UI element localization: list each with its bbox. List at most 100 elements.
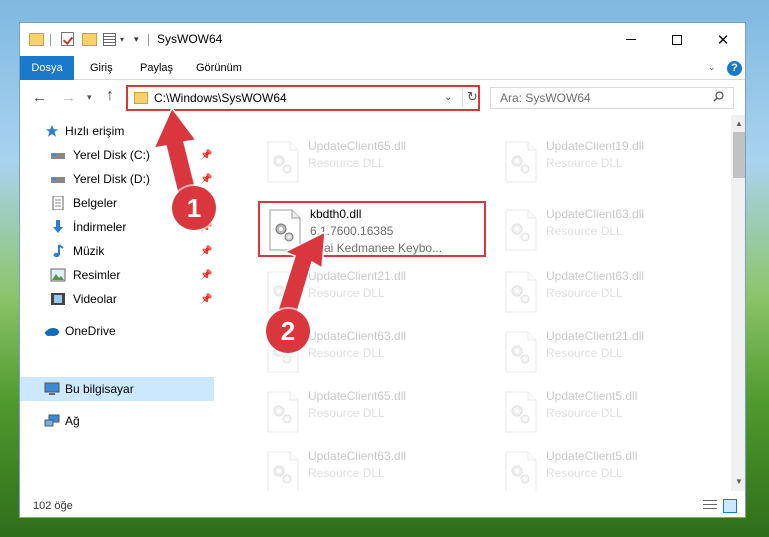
file-detail: Resource DLL [308, 286, 385, 300]
new-folder-icon[interactable] [82, 33, 97, 46]
file-detail: Resource DLL [546, 406, 623, 420]
videos-icon [51, 293, 65, 305]
details-view-icon[interactable] [703, 500, 717, 512]
forward-arrow-icon[interactable]: → [61, 89, 76, 106]
file-detail: Resource DLL [546, 286, 623, 300]
maximize-button[interactable] [654, 23, 700, 56]
folder-icon[interactable] [29, 33, 44, 46]
tiles-view-icon[interactable] [723, 499, 737, 513]
scroll-down-icon[interactable]: ▼ [735, 477, 743, 486]
file-item-selected[interactable]: kbdth0.dll 6.1.7600.16385 Thai Kedmanee Ke… [258, 201, 486, 257]
divider [148, 34, 149, 46]
search-icon[interactable] [713, 91, 724, 102]
search-placeholder: Ara: SysWOW64 [500, 91, 591, 105]
minimize-button[interactable] [608, 23, 654, 56]
file-name: UpdateClient5.dll [546, 449, 638, 463]
close-button[interactable]: ✕ [700, 23, 745, 56]
step-badge-1: 1 [172, 186, 216, 230]
file-detail: Resource DLL [308, 466, 385, 480]
pin-icon[interactable]: 📌 [200, 270, 212, 281]
sidebar-item-label: Hızlı erişim [65, 124, 125, 138]
file-name: UpdateClient65.dll [308, 139, 407, 153]
chevron-down-icon[interactable]: ▾ [120, 35, 128, 44]
tab-view[interactable]: Görünüm [188, 56, 250, 80]
customize-toolbar-icon[interactable]: ▾ [134, 34, 139, 50]
dll-file-icon [504, 451, 538, 491]
address-path[interactable]: C:\Windows\SysWOW64 [154, 91, 287, 105]
ribbon-tabs: Dosya Giriş Paylaş Görünüm ⌄ ? [20, 56, 745, 80]
status-bar: 102 öğe [20, 493, 745, 517]
refresh-icon[interactable]: ↻ [462, 89, 478, 107]
file-item[interactable]: UpdateClient21.dll Resource DLL [496, 325, 724, 381]
sidebar-item-music[interactable]: Müzik 📌 [20, 239, 214, 263]
divider [50, 34, 51, 46]
sidebar-item-label: Resimler [73, 268, 121, 282]
file-name: UpdateClient19.dll [546, 139, 645, 153]
file-item[interactable]: UpdateClient5.dll Resource DLL [496, 445, 724, 491]
file-name: UpdateClient63.dll [308, 449, 407, 463]
file-detail: Resource DLL [546, 466, 623, 480]
title-bar: ▾ ▾ SysWOW64 ✕ [20, 23, 745, 56]
search-input[interactable]: Ara: SysWOW64 [490, 87, 734, 109]
sidebar-item-network[interactable]: Ağ [20, 409, 214, 433]
pin-icon[interactable]: 📌 [200, 246, 212, 257]
sidebar-item-pictures[interactable]: Resimler 📌 [20, 263, 214, 287]
file-item[interactable]: UpdateClient19.dll Resource DLL [496, 135, 724, 191]
tab-file[interactable]: Dosya [20, 56, 74, 80]
chevron-down-icon[interactable]: ⌄ [444, 92, 452, 103]
dll-file-icon [504, 391, 538, 433]
file-item[interactable]: UpdateClient5.dll Resource DLL [496, 385, 724, 441]
pin-icon[interactable]: 📌 [200, 174, 212, 185]
file-item[interactable]: UpdateClient65.dll Resource DLL [258, 135, 486, 191]
properties-check-icon[interactable] [61, 32, 74, 46]
sidebar-item-videos[interactable]: Videolar 📌 [20, 287, 214, 311]
tab-share[interactable]: Paylaş [132, 56, 181, 80]
file-description: Thai Kedmanee Keybo... [310, 241, 443, 255]
pin-icon[interactable]: 📌 [200, 150, 212, 161]
vertical-scrollbar[interactable]: ▲ ▼ [731, 115, 745, 491]
file-detail: Resource DLL [546, 224, 623, 238]
scroll-up-icon[interactable]: ▲ [735, 119, 743, 128]
file-name: UpdateClient63.dll [308, 329, 407, 343]
file-detail: Resource DLL [308, 346, 385, 360]
file-name: UpdateClient63.dll [546, 207, 645, 221]
step-badge-2: 2 [266, 309, 310, 353]
item-count: 102 öğe [33, 500, 73, 512]
computer-icon [44, 382, 60, 395]
documents-icon [52, 196, 64, 210]
file-item[interactable]: UpdateClient63.dll Resource DLL [496, 265, 724, 321]
sidebar-item-onedrive[interactable]: OneDrive [20, 319, 214, 343]
star-icon [45, 124, 59, 137]
dll-file-icon [504, 141, 538, 183]
sidebar-item-this-pc[interactable]: Bu bilgisayar [20, 377, 214, 401]
rename-icon[interactable] [103, 33, 116, 46]
tab-home[interactable]: Giriş [82, 56, 121, 80]
file-name: UpdateClient21.dll [308, 269, 407, 283]
address-bar[interactable]: C:\Windows\SysWOW64 ⌄ ↻ [126, 85, 480, 111]
help-icon[interactable]: ? [727, 61, 742, 76]
recent-locations-icon[interactable]: ▾ [87, 92, 92, 103]
pictures-icon [50, 268, 66, 282]
cloud-icon [45, 328, 59, 336]
maximize-icon [672, 34, 682, 45]
sidebar-item-quick-access[interactable]: Hızlı erişim [20, 119, 214, 143]
back-arrow-icon[interactable]: ← [32, 89, 47, 106]
file-item[interactable]: UpdateClient65.dll Resource DLL [258, 385, 486, 441]
address-row: ← → ▾ ↑ C:\Windows\SysWOW64 ⌄ ↻ Ara: Sys… [20, 81, 745, 115]
sidebar-item-label: Belgeler [73, 196, 118, 210]
downloads-icon [53, 220, 63, 233]
file-item[interactable]: UpdateClient63.dll Resource DLL [496, 203, 724, 259]
dll-file-icon [504, 331, 538, 373]
up-arrow-icon[interactable]: ↑ [106, 87, 114, 105]
sidebar-item-label: Yerel Disk (D:) [73, 172, 150, 186]
music-icon [53, 244, 64, 258]
file-list: UpdateClient65.dll Resource DLL kbdth0.dll… [214, 115, 731, 491]
scroll-thumb[interactable] [733, 132, 745, 178]
dll-file-icon [266, 451, 300, 491]
file-item[interactable]: UpdateClient63.dll Resource DLL [258, 445, 486, 491]
file-detail: Resource DLL [546, 346, 623, 360]
expand-ribbon-icon[interactable]: ⌄ [708, 62, 716, 73]
pin-icon[interactable]: 📌 [200, 294, 212, 305]
sidebar-item-local-disk-c[interactable]: Yerel Disk (C:) 📌 [20, 143, 214, 167]
dll-file-icon [268, 209, 302, 251]
